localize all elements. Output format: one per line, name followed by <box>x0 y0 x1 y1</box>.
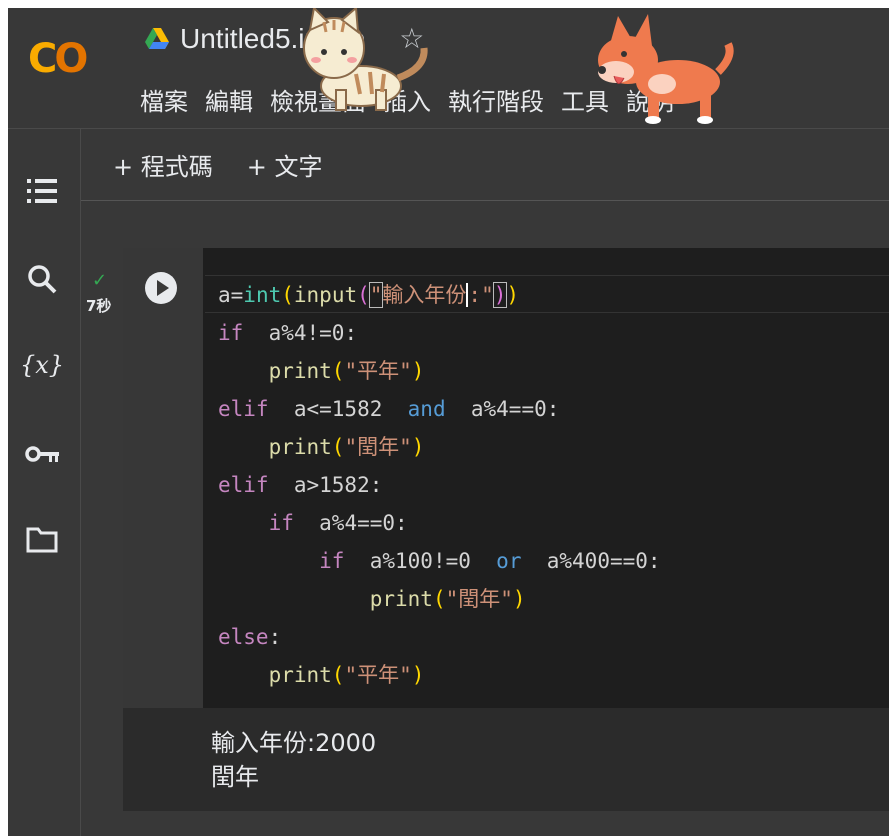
menu-file[interactable]: 檔案 <box>140 82 188 117</box>
execution-time: 7秒 <box>86 297 112 315</box>
cat-mascot-icon <box>303 8 428 111</box>
code-cell[interactable]: a=int(input("輸入年份:")) if a%4!=0: print("… <box>123 248 889 811</box>
files-folder-icon[interactable] <box>22 519 62 559</box>
code-line: print("閏年") <box>369 587 526 611</box>
output-line: 閏年 <box>211 763 259 791</box>
table-of-contents-icon[interactable] <box>22 171 62 211</box>
cell-gutter <box>123 248 203 708</box>
execution-success-check-icon: ✓ <box>92 270 108 291</box>
colab-logo[interactable]: CO <box>28 36 88 82</box>
cell-output: 輸入年份:2000 閏年 <box>211 726 376 794</box>
search-icon[interactable] <box>22 259 62 299</box>
code-line: if a%4==0: <box>268 511 408 535</box>
code-line: a=int(input("輸入年份:")) <box>218 282 520 308</box>
code-line: elif a>1582: <box>218 473 383 497</box>
cell-toolbar: + 程式碼 + 文字 <box>81 129 889 201</box>
add-code-cell-button[interactable]: + 程式碼 <box>113 147 213 182</box>
colab-window: CO Untitled5.ipynb ☆ 檔案 編輯 檢視畫面 插入 執行階段 … <box>8 8 889 836</box>
add-text-cell-button[interactable]: + 文字 <box>247 147 323 182</box>
output-line: 輸入年份:2000 <box>211 729 377 757</box>
code-line: else: <box>218 625 282 649</box>
code-line: if a%4!=0: <box>218 321 358 345</box>
code-text[interactable]: a=int(input("輸入年份:")) if a%4!=0: print("… <box>218 276 661 694</box>
run-cell-button[interactable] <box>143 270 179 306</box>
google-drive-icon[interactable] <box>144 26 170 52</box>
menu-runtime[interactable]: 執行階段 <box>448 82 544 117</box>
code-editor[interactable]: a=int(input("輸入年份:")) if a%4!=0: print("… <box>203 248 889 708</box>
sidebar: {x} <box>8 129 81 836</box>
header: CO Untitled5.ipynb ☆ 檔案 編輯 檢視畫面 插入 執行階段 … <box>8 8 889 129</box>
menu-edit[interactable]: 編輯 <box>205 82 253 117</box>
dog-mascot-icon <box>598 14 734 124</box>
code-line: print("平年") <box>268 663 425 687</box>
code-line: elif a<=1582 and a%4==0: <box>218 397 560 421</box>
secrets-key-icon[interactable] <box>22 434 62 474</box>
code-line: print("閏年") <box>268 435 425 459</box>
code-line: if a%100!=0 or a%400==0: <box>319 549 661 573</box>
variables-icon[interactable]: {x} <box>20 345 64 385</box>
code-line: print("平年") <box>268 359 425 383</box>
